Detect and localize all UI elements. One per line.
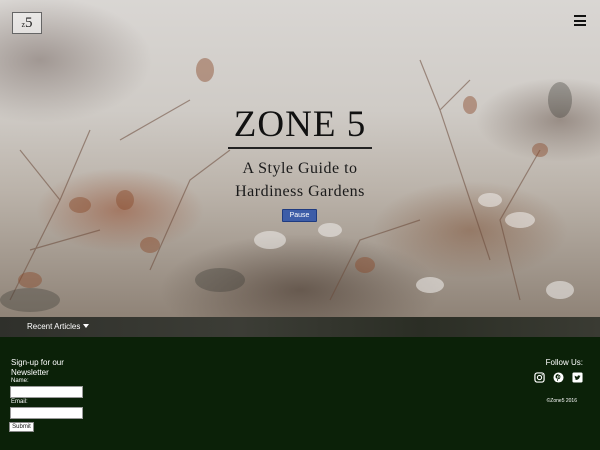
recent-articles-bar: Recent Articles (0, 317, 600, 337)
follow-us-label: Follow Us: (545, 358, 583, 367)
recent-articles-label: Recent Articles (27, 322, 81, 331)
name-field[interactable] (10, 386, 83, 398)
caret-down-icon (83, 324, 90, 328)
site-logo[interactable]: z5 (12, 12, 42, 34)
page-subtitle: A Style Guide to Hardiness Gardens (0, 157, 600, 203)
pinterest-icon[interactable] (553, 372, 564, 383)
title-divider (228, 147, 372, 149)
name-label: Name: (11, 378, 29, 384)
twitter-icon[interactable] (572, 372, 583, 383)
hamburger-menu-icon[interactable] (574, 15, 586, 26)
subtitle-line-1: A Style Guide to (242, 160, 358, 177)
recent-articles-toggle[interactable]: Recent Articles (27, 322, 90, 331)
email-field[interactable] (10, 407, 83, 419)
copyright-text: ©Zone5 2016 (546, 398, 577, 404)
submit-button[interactable]: Submit (9, 422, 34, 432)
newsletter-title: Sign-up for our Newsletter (11, 358, 64, 377)
hero-banner: z5 ZONE 5 A Style Guide to Hardiness Gar… (0, 0, 600, 317)
pause-button[interactable]: Pause (282, 209, 317, 222)
footer: Sign-up for our Newsletter Follow Us: (0, 337, 600, 450)
page-title: ZONE 5 (233, 104, 367, 145)
subtitle-line-2: Hardiness Gardens (235, 183, 365, 200)
email-label: Email: (11, 399, 28, 405)
instagram-icon[interactable] (534, 372, 545, 383)
logo-5-glyph: 5 (25, 15, 33, 31)
